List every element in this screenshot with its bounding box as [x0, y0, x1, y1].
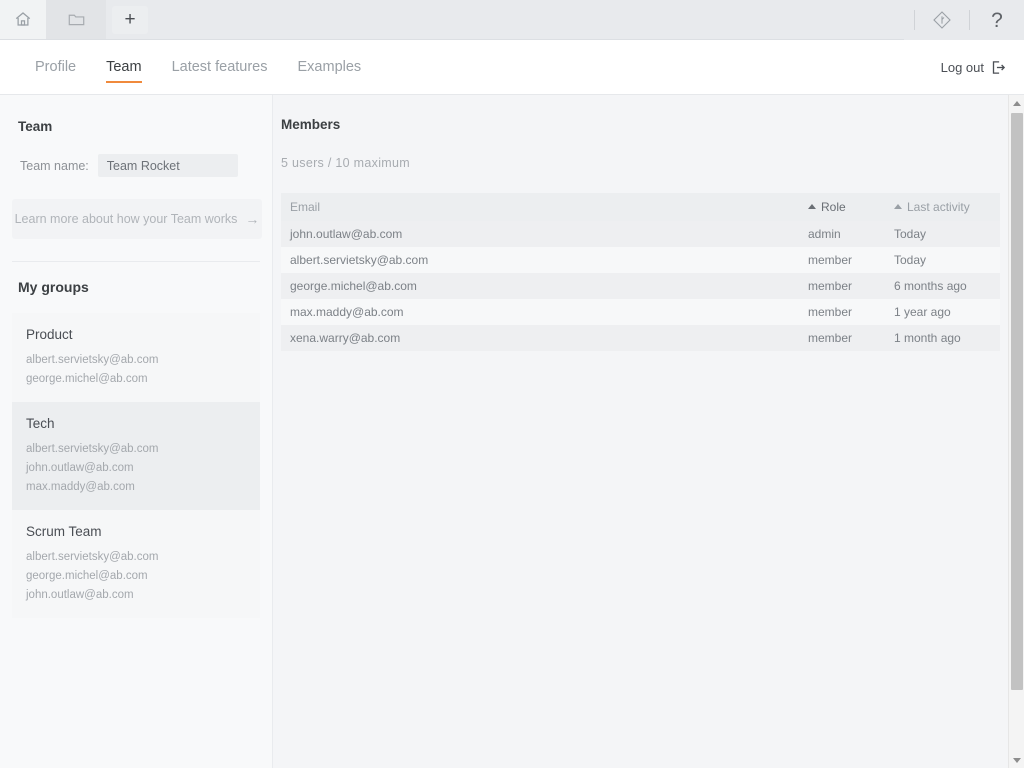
- table-row[interactable]: george.michel@ab.com member 6 months ago: [281, 273, 1000, 299]
- cell-last-activity: 1 year ago: [885, 299, 1000, 325]
- groups-list: Product albert.servietsky@ab.com george.…: [12, 313, 260, 618]
- browser-chrome-actions: ?: [904, 0, 1024, 40]
- sidebar-title: Team: [18, 119, 53, 134]
- group-name: Product: [26, 327, 73, 342]
- scrollbar-thumb[interactable]: [1010, 113, 1023, 690]
- members-table-body: john.outlaw@ab.com admin Today albert.se…: [281, 221, 1000, 351]
- table-row[interactable]: max.maddy@ab.com member 1 year ago: [281, 299, 1000, 325]
- cell-role: member: [799, 299, 885, 325]
- divider: [969, 10, 970, 30]
- chevron-up-icon: [1012, 100, 1021, 106]
- group-member: john.outlaw@ab.com: [26, 462, 134, 474]
- cell-email: xena.warry@ab.com: [281, 325, 799, 351]
- table-row[interactable]: xena.warry@ab.com member 1 month ago: [281, 325, 1000, 351]
- cell-last-activity: Today: [885, 247, 1000, 273]
- team-name-row: Team name:: [0, 134, 272, 177]
- new-tab-button[interactable]: +: [112, 6, 148, 34]
- cell-role: member: [799, 247, 885, 273]
- table-row[interactable]: albert.servietsky@ab.com member Today: [281, 247, 1000, 273]
- tab-team[interactable]: Team: [91, 40, 156, 94]
- sidebar: Team Team name: Learn more about how you…: [0, 95, 273, 768]
- help-button[interactable]: ?: [980, 3, 1014, 37]
- tab-latest-features[interactable]: Latest features: [157, 40, 283, 94]
- group-name: Tech: [26, 416, 55, 431]
- cell-role: member: [799, 273, 885, 299]
- cell-email: albert.servietsky@ab.com: [281, 247, 799, 273]
- cell-role: member: [799, 325, 885, 351]
- cell-email: john.outlaw@ab.com: [281, 221, 799, 247]
- group-member: george.michel@ab.com: [26, 570, 148, 582]
- column-header-email[interactable]: Email: [281, 193, 799, 221]
- scroll-up-button[interactable]: [1009, 95, 1024, 111]
- scroll-down-button[interactable]: [1009, 752, 1024, 768]
- column-header-email-label: Email: [290, 200, 321, 214]
- sign-out-icon: [991, 60, 1006, 75]
- members-table: Email Role Last activity john.outlaw@ab.…: [281, 193, 1000, 351]
- group-member: albert.servietsky@ab.com: [26, 443, 159, 455]
- members-table-wrapper: Email Role Last activity john.outlaw@ab.…: [281, 193, 1000, 351]
- cell-email: max.maddy@ab.com: [281, 299, 799, 325]
- diamond-badge-icon[interactable]: [925, 3, 959, 37]
- group-card-scrum-team[interactable]: Scrum Team albert.servietsky@ab.com geor…: [12, 510, 260, 618]
- logout-button[interactable]: Log out: [941, 40, 1006, 94]
- cell-last-activity: 6 months ago: [885, 273, 1000, 299]
- home-icon: [14, 10, 32, 28]
- browser-tab[interactable]: [46, 0, 106, 39]
- tab-profile[interactable]: Profile: [20, 40, 91, 94]
- table-row[interactable]: john.outlaw@ab.com admin Today: [281, 221, 1000, 247]
- question-mark-icon: ?: [991, 8, 1003, 32]
- user-count-label: 5 users / 10 maximum: [281, 156, 410, 170]
- nav-tabs: Profile Team Latest features Examples: [0, 40, 376, 94]
- my-groups-title: My groups: [18, 279, 89, 295]
- group-member: max.maddy@ab.com: [26, 481, 135, 493]
- app-body: Team Team name: Learn more about how you…: [0, 95, 1024, 768]
- app-header: Profile Team Latest features Examples Lo…: [0, 40, 1024, 95]
- cell-email: george.michel@ab.com: [281, 273, 799, 299]
- members-title: Members: [281, 117, 341, 132]
- group-member: john.outlaw@ab.com: [26, 589, 134, 601]
- arrow-right-icon: →: [245, 211, 260, 227]
- column-header-last-activity-label: Last activity: [907, 200, 970, 214]
- vertical-scrollbar[interactable]: [1008, 95, 1024, 768]
- group-name: Scrum Team: [26, 524, 102, 539]
- group-card-product[interactable]: Product albert.servietsky@ab.com george.…: [12, 313, 260, 402]
- cell-role: admin: [799, 221, 885, 247]
- tab-examples[interactable]: Examples: [283, 40, 377, 94]
- group-member: george.michel@ab.com: [26, 373, 148, 385]
- cell-last-activity: Today: [885, 221, 1000, 247]
- logout-label: Log out: [940, 59, 984, 75]
- learn-more-link[interactable]: Learn more about how your Team works →: [12, 199, 262, 239]
- table-header-row: Email Role Last activity: [281, 193, 1000, 221]
- scrollbar-track[interactable]: [1009, 111, 1024, 752]
- home-button[interactable]: [0, 0, 46, 39]
- sort-ascending-icon: [894, 204, 902, 209]
- column-header-last-activity[interactable]: Last activity: [885, 193, 1000, 221]
- folder-tab-icon: [68, 12, 85, 27]
- team-name-label: Team name:: [20, 158, 89, 173]
- sort-ascending-icon: [808, 204, 816, 209]
- chevron-down-icon: [1012, 757, 1021, 763]
- browser-tab-strip: +: [46, 0, 1024, 39]
- team-name-input[interactable]: [97, 154, 238, 177]
- browser-chrome: + ?: [0, 0, 1024, 40]
- group-member: albert.servietsky@ab.com: [26, 354, 159, 366]
- column-header-role[interactable]: Role: [799, 193, 885, 221]
- divider: [914, 10, 915, 30]
- cell-last-activity: 1 month ago: [885, 325, 1000, 351]
- column-header-role-label: Role: [821, 200, 846, 214]
- members-table-head: Email Role Last activity: [281, 193, 1000, 221]
- group-member: albert.servietsky@ab.com: [26, 551, 159, 563]
- learn-more-label: Learn more about how your Team works: [14, 212, 238, 226]
- group-card-tech[interactable]: Tech albert.servietsky@ab.com john.outla…: [12, 402, 260, 510]
- main-content: Members 5 users / 10 maximum Email Role …: [273, 95, 1024, 768]
